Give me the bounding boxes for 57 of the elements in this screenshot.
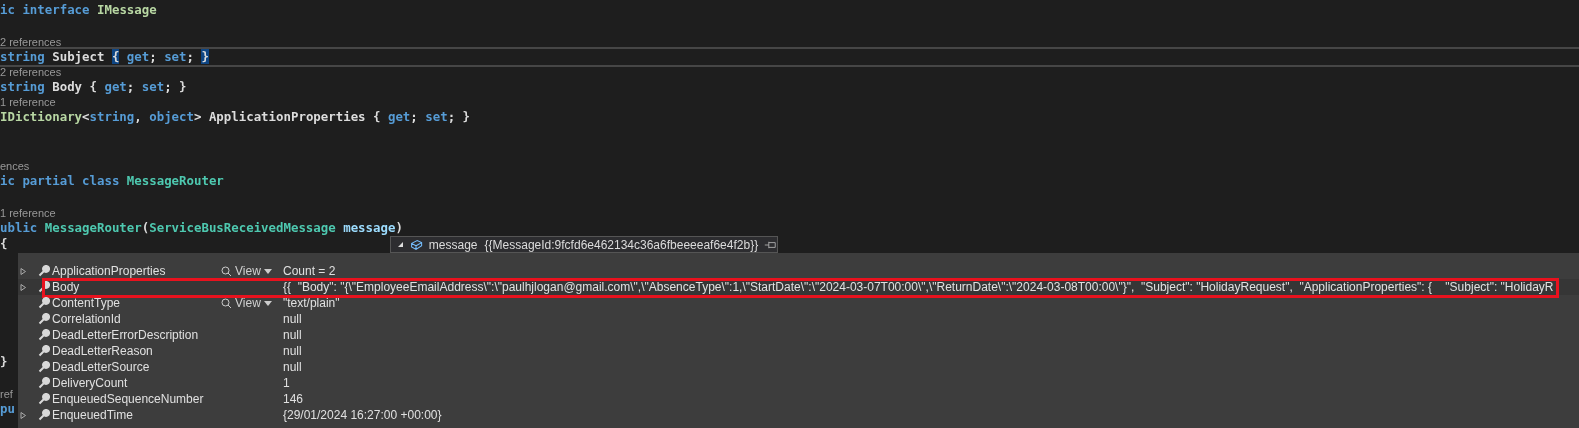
pin-icon[interactable] xyxy=(764,239,777,250)
property-name: ApplicationProperties xyxy=(52,264,167,278)
view-dropdown[interactable]: View xyxy=(221,264,283,278)
property-name: ContentType xyxy=(52,296,122,310)
property-name: DeliveryCount xyxy=(52,376,129,390)
property-value: null xyxy=(283,312,302,326)
references-link[interactable]: ences xyxy=(0,159,30,173)
search-icon xyxy=(221,265,232,277)
code-line: string Body { get; set; } xyxy=(0,79,188,95)
expanded-triangle-icon[interactable] xyxy=(397,241,404,248)
property-name: EnqueuedSequenceNumber xyxy=(52,392,205,406)
property-value: 1 xyxy=(283,376,290,390)
object-cube-icon xyxy=(410,237,423,252)
property-row[interactable]: EnqueuedTime {29/01/2024 16:27:00 +00:00} xyxy=(18,407,1579,423)
references-link[interactable]: ref xyxy=(0,387,13,401)
property-value: "text/plain" xyxy=(283,296,340,310)
property-name: CorrelationId xyxy=(52,312,122,326)
search-icon xyxy=(221,297,232,309)
property-name: EnqueuedTime xyxy=(52,408,134,422)
code-line: ic partial class MessageRouter xyxy=(0,173,225,189)
references-link[interactable]: 2 references xyxy=(0,35,62,49)
property-value: {29/01/2024 16:27:00 +00:00} xyxy=(283,408,442,422)
caret-icon xyxy=(263,268,272,274)
property-row[interactable]: ApplicationProperties View Count = 2 xyxy=(18,263,1579,279)
variable-value: {{MessageId:9fcfd6e462134c36a6fbeeeeaf6e4f2b}} xyxy=(484,237,759,252)
property-row[interactable]: DeliveryCount 1 xyxy=(18,375,1579,391)
property-row[interactable]: CorrelationId null xyxy=(18,311,1579,327)
property-row[interactable]: DeadLetterReason null xyxy=(18,343,1579,359)
code-line: } xyxy=(0,354,9,370)
property-name: DeadLetterErrorDescription xyxy=(52,328,200,342)
property-name: Body xyxy=(52,280,81,294)
property-value: null xyxy=(283,344,302,358)
property-name: DeadLetterSource xyxy=(52,360,151,374)
property-value: Count = 2 xyxy=(283,264,336,278)
property-value: 146 xyxy=(283,392,304,406)
references-link[interactable]: 1 reference xyxy=(0,206,56,220)
property-value: {{ "Body": "{\"EmployeeEmailAddress\":\"paulhjlogan@gmail.com\",\"AbsenceType\":1,\"StartDate\":\"2024-03-07T00:00\",\"ReturnDate\":\"2024-03-08T00:00\"}", "Subject": "HolidayRequest", "ApplicationProperties": { "Subject": "HolidayR xyxy=(283,280,1554,294)
code-line: { xyxy=(0,236,9,252)
view-dropdown[interactable]: View xyxy=(221,296,283,310)
property-value: null xyxy=(283,360,302,374)
property-row[interactable]: ContentType View "text/plain" xyxy=(18,295,1579,311)
code-line: IDictionary<string, object> ApplicationProperties { get; set; } xyxy=(0,109,472,125)
code-line: ic interface IMessage xyxy=(0,2,158,18)
expand-triangle-icon[interactable] xyxy=(20,411,27,419)
variable-name: message xyxy=(428,237,479,252)
property-name: DeadLetterReason xyxy=(52,344,154,358)
property-row[interactable]: DeadLetterErrorDescription null xyxy=(18,327,1579,343)
code-line: ublic MessageRouter(ServiceBusReceivedMessage message) xyxy=(0,220,404,236)
property-value: null xyxy=(283,328,302,342)
property-row[interactable] xyxy=(18,279,1579,295)
code-line: string Subject { get; set; } xyxy=(0,49,1579,65)
references-link[interactable]: 2 references xyxy=(0,65,62,79)
property-row[interactable]: EnqueuedSequenceNumber 146 xyxy=(18,391,1579,407)
code-line: pu xyxy=(0,401,16,417)
property-row[interactable]: DeadLetterSource null xyxy=(18,359,1579,375)
caret-icon xyxy=(263,300,272,306)
references-link[interactable]: 1 reference xyxy=(0,95,56,109)
